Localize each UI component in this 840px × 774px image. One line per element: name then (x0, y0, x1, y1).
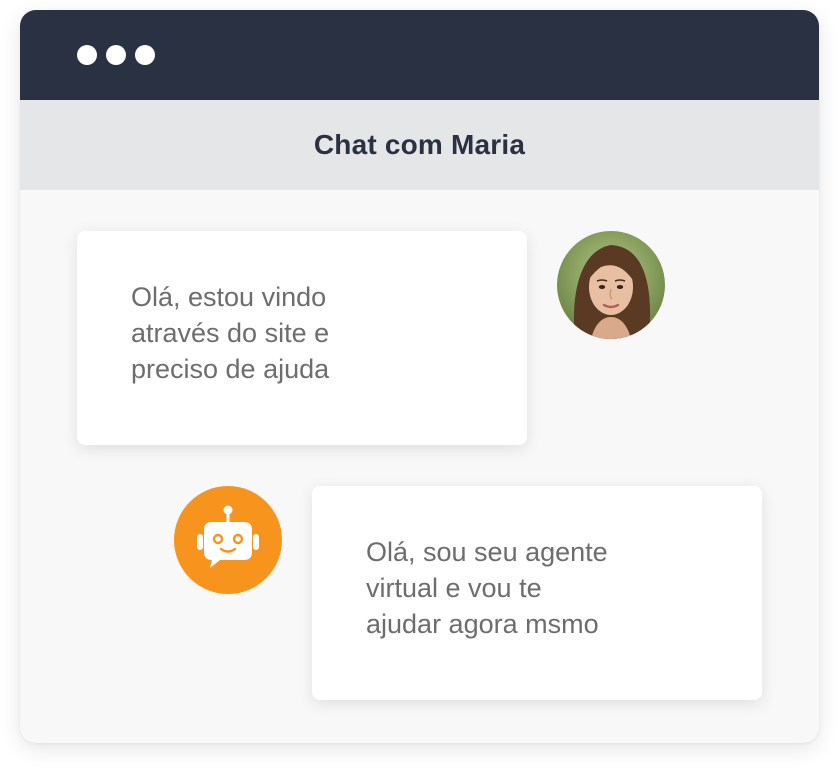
user-photo-avatar-icon (557, 231, 665, 339)
user-avatar (557, 231, 665, 339)
chat-title: Chat com Maria (313, 129, 526, 160)
message-line: Olá, estou vindo (131, 282, 327, 312)
user-message-bubble: Olá, estou vindo através do site e preci… (77, 231, 527, 445)
window-control-dot-icon[interactable] (135, 45, 155, 65)
message-line: através do site e (131, 318, 330, 348)
chat-window: Chat com Maria Olá, estou vindo através … (20, 10, 819, 743)
robot-icon (197, 505, 259, 568)
chat-header: Chat com Maria (20, 100, 819, 190)
window-titlebar (20, 10, 819, 100)
bot-message-bubble: Olá, sou seu agente virtual e vou te aju… (312, 486, 762, 700)
message-line: Olá, sou seu agente (366, 537, 608, 567)
message-line: preciso de ajuda (131, 354, 330, 384)
message-line: virtual e vou te (366, 573, 542, 603)
window-control-dot-icon[interactable] (77, 45, 97, 65)
bot-avatar (174, 486, 282, 594)
window-control-dot-icon[interactable] (106, 45, 126, 65)
message-line: ajudar agora msmo (366, 609, 599, 639)
